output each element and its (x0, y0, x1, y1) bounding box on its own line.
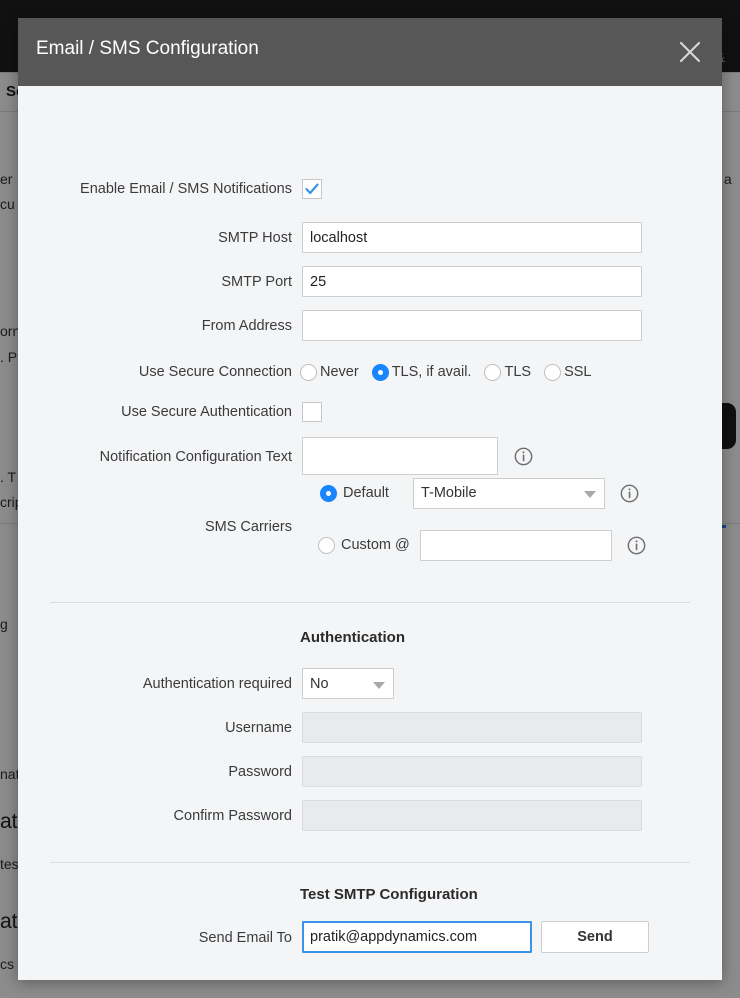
secure-connection-option-never[interactable]: Never (300, 363, 359, 381)
row-confirm-password: Confirm Password (18, 799, 722, 833)
username-label: Username (225, 720, 292, 736)
sms-carrier-option-default[interactable]: Default (320, 484, 389, 502)
chevron-down-icon (373, 681, 385, 689)
row-send-email-to: Send Email To Send (18, 921, 722, 955)
close-icon[interactable] (674, 36, 706, 68)
row-secure-authentication: Use Secure Authentication (18, 395, 722, 429)
smtp-host-label: SMTP Host (218, 230, 292, 246)
sms-carrier-info-icon[interactable] (620, 484, 639, 503)
row-enable-notifications: Enable Email / SMS Notifications (18, 172, 722, 206)
authentication-heading: Authentication (300, 629, 405, 646)
secure-connection-option-ssl[interactable]: SSL (544, 363, 592, 381)
sms-carrier-option-custom[interactable]: Custom @ (318, 536, 410, 554)
from-address-label: From Address (201, 318, 292, 334)
from-address-input[interactable] (302, 310, 642, 341)
radio-sms-custom[interactable] (318, 536, 335, 554)
radio-tls-label: TLS (504, 364, 532, 380)
radio-tls-if-avail[interactable] (371, 363, 389, 381)
row-username: Username (18, 711, 722, 745)
send-email-to-label: Send Email To (198, 930, 292, 946)
enable-notifications-label: Enable Email / SMS Notifications (80, 181, 292, 197)
sms-carrier-select[interactable]: T-Mobile (412, 477, 605, 509)
sms-carrier-select-value: T-Mobile (420, 485, 477, 501)
notification-configuration-info-icon[interactable] (514, 447, 533, 466)
radio-tls-if-avail-label: TLS, if avail. (391, 364, 472, 380)
dialog-title: Email / SMS Configuration (36, 38, 259, 59)
confirm-password-label: Confirm Password (173, 808, 292, 824)
radio-never[interactable] (300, 363, 317, 381)
row-smtp-port: SMTP Port (18, 265, 722, 299)
sms-custom-info-icon[interactable] (627, 536, 646, 555)
secure-connection-option-tls[interactable]: TLS (484, 363, 532, 381)
radio-tls[interactable] (484, 363, 502, 381)
row-authentication-required: Authentication required No (18, 667, 722, 701)
dialog-header: Email / SMS Configuration (18, 18, 722, 86)
row-sms-carriers-custom: Custom @ (18, 528, 722, 562)
radio-sms-default-label: Default (343, 485, 389, 501)
row-secure-connection: Use Secure Connection Never TLS, if avai… (18, 355, 722, 389)
test-smtp-heading: Test SMTP Configuration (300, 886, 478, 903)
row-password: Password (18, 755, 722, 789)
smtp-port-input[interactable] (302, 266, 642, 297)
smtp-port-label: SMTP Port (221, 274, 292, 290)
secure-authentication-label: Use Secure Authentication (121, 404, 292, 420)
row-sms-carriers-default: Default T-Mobile (18, 476, 722, 510)
radio-ssl-label: SSL (564, 364, 592, 380)
row-smtp-host: SMTP Host (18, 221, 722, 255)
notification-configuration-text-input[interactable] (302, 437, 498, 475)
authentication-required-label: Authentication required (142, 676, 292, 692)
smtp-host-input[interactable] (302, 222, 642, 253)
row-from-address: From Address (18, 309, 722, 343)
send-test-email-button[interactable]: Send (541, 921, 649, 953)
row-notification-configuration-text: Notification Configuration Text (18, 437, 722, 477)
chevron-down-icon (583, 491, 596, 498)
confirm-password-input[interactable] (302, 800, 642, 831)
email-sms-configuration-dialog: Email / SMS Configuration Enable Email /… (18, 18, 722, 980)
secure-authentication-checkbox[interactable] (302, 402, 322, 422)
enable-notifications-checkbox[interactable] (302, 179, 322, 199)
authentication-required-select[interactable]: No (302, 668, 394, 699)
section-divider-authentication (50, 602, 690, 603)
sms-custom-domain-input[interactable] (419, 529, 612, 561)
secure-connection-label: Use Secure Connection (138, 364, 292, 380)
username-input[interactable] (302, 712, 642, 743)
radio-sms-custom-label: Custom @ (341, 537, 410, 553)
password-label: Password (228, 764, 292, 780)
radio-sms-default[interactable] (320, 484, 337, 502)
radio-ssl[interactable] (544, 363, 562, 381)
radio-never-label: Never (320, 364, 359, 380)
dialog-body: Enable Email / SMS Notifications SMTP Ho… (18, 86, 722, 980)
secure-connection-option-tls-if-avail[interactable]: TLS, if avail. (371, 363, 472, 381)
send-email-to-input[interactable] (302, 921, 532, 953)
screen: Se er cu orn . P . T crip g nat tes cs s… (0, 0, 740, 998)
section-divider-test-smtp (50, 862, 690, 863)
notification-configuration-text-label: Notification Configuration Text (99, 449, 292, 465)
authentication-required-value: No (310, 675, 329, 692)
password-input[interactable] (302, 756, 642, 787)
